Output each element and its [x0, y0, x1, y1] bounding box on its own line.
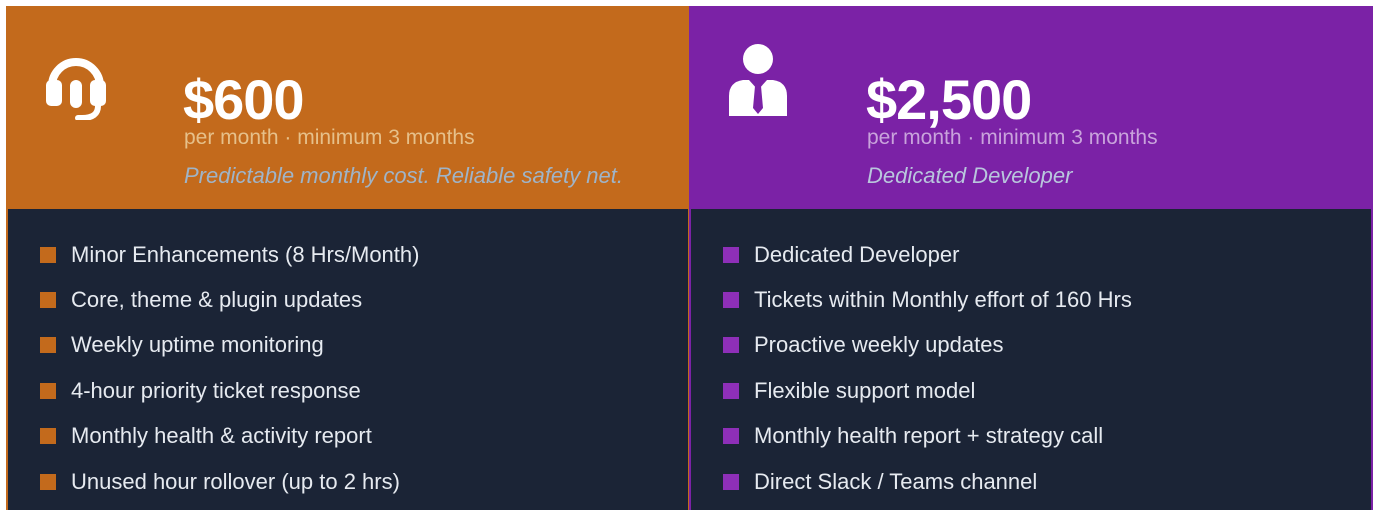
feature-label: 4-hour priority ticket response [71, 377, 361, 403]
feature-label: Unused hour rollover (up to 2 hrs) [71, 468, 400, 494]
list-item: Minor Enhancements (8 Hrs/Month) [40, 232, 419, 277]
list-item: Dedicated Developer [723, 232, 1132, 277]
plan-price: $2,500 [866, 68, 1032, 131]
plan-period: per month · minimum 3 months [184, 126, 475, 149]
square-bullet-icon [40, 473, 56, 490]
feature-list: Minor Enhancements (8 Hrs/Month) Core, t… [40, 232, 419, 504]
developer-person-icon [729, 44, 787, 116]
square-bullet-icon [40, 382, 56, 399]
feature-label: Core, theme & plugin updates [71, 287, 363, 313]
square-bullet-icon [723, 337, 739, 354]
square-bullet-icon [40, 246, 56, 263]
list-item: Tickets within Monthly effort of 160 Hrs [723, 277, 1132, 322]
list-item: Unused hour rollover (up to 2 hrs) [40, 459, 419, 504]
list-item: Direct Slack / Teams channel [723, 459, 1132, 504]
pricing-plans: $600 per month · minimum 3 months Predic… [6, 6, 1373, 510]
square-bullet-icon [723, 292, 739, 309]
square-bullet-icon [723, 382, 739, 399]
list-item: Flexible support model [723, 368, 1132, 413]
feature-label: Weekly uptime monitoring [71, 332, 324, 358]
square-bullet-icon [723, 246, 739, 263]
plan-price: $600 [183, 68, 305, 131]
plan-tagline: Dedicated Developer [867, 163, 1073, 188]
list-item: Monthly health & activity report [40, 414, 419, 459]
list-item: Proactive weekly updates [723, 323, 1132, 368]
feature-list: Dedicated Developer Tickets within Month… [723, 232, 1132, 504]
square-bullet-icon [723, 473, 739, 490]
plan-header-dedicated: $2,500 per month · minimum 3 months Dedi… [689, 6, 1373, 209]
square-bullet-icon [40, 292, 56, 309]
list-item: Monthly health report + strategy call [723, 414, 1132, 459]
plan-tagline: Predictable monthly cost. Reliable safet… [184, 163, 624, 188]
square-bullet-icon [40, 428, 56, 445]
feature-label: Tickets within Monthly effort of 160 Hrs [754, 287, 1132, 313]
feature-label: Flexible support model [754, 377, 976, 403]
feature-label: Monthly health report + strategy call [754, 423, 1104, 449]
feature-label: Proactive weekly updates [754, 332, 1004, 358]
plan-card-standard: $600 per month · minimum 3 months Predic… [6, 6, 689, 510]
headset-icon [46, 58, 106, 120]
plan-card-dedicated: $2,500 per month · minimum 3 months Dedi… [689, 6, 1373, 510]
list-item: Weekly uptime monitoring [40, 323, 419, 368]
feature-label: Minor Enhancements (8 Hrs/Month) [71, 241, 420, 267]
list-item: 4-hour priority ticket response [40, 368, 419, 413]
list-item: Core, theme & plugin updates [40, 277, 419, 322]
square-bullet-icon [40, 337, 56, 354]
square-bullet-icon [723, 428, 739, 445]
feature-label: Monthly health & activity report [71, 423, 372, 449]
plan-header-standard: $600 per month · minimum 3 months Predic… [6, 6, 689, 209]
feature-label: Dedicated Developer [754, 241, 960, 267]
feature-label: Direct Slack / Teams channel [754, 468, 1038, 494]
plan-period: per month · minimum 3 months [867, 126, 1158, 149]
